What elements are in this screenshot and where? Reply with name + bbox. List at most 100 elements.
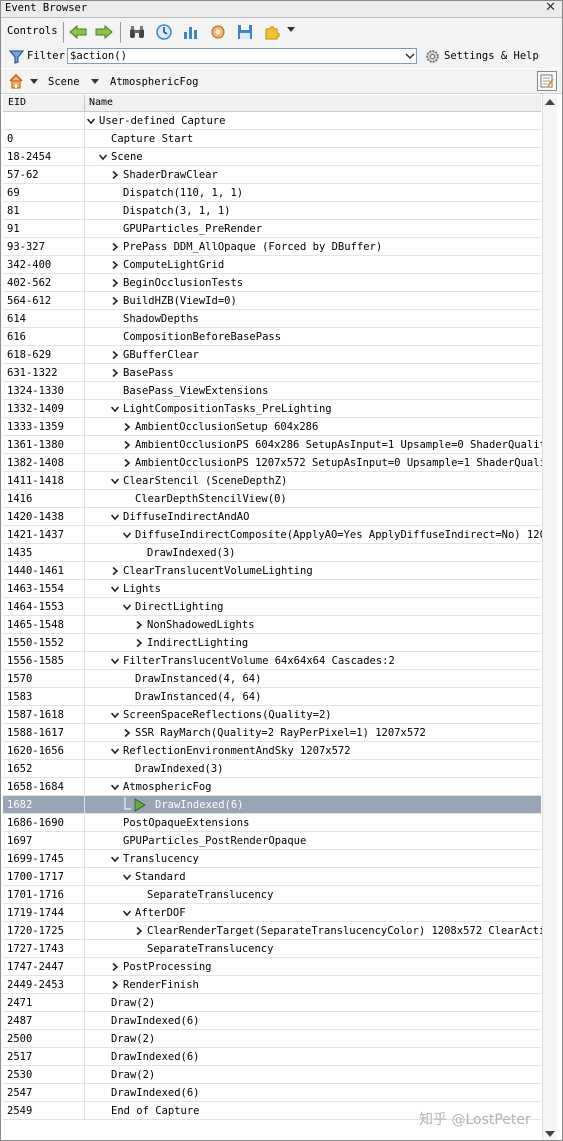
tree-row[interactable]: 1464-1553 DirectLighting	[3, 598, 541, 616]
expand-chevron-icon[interactable]	[123, 729, 131, 737]
collapse-chevron-icon[interactable]	[87, 117, 95, 125]
tree-row[interactable]: 1556-1585 FilterTranslucentVolume 64x64x6…	[3, 652, 541, 670]
tree-row[interactable]: 616 CompositionBeforeBasePass	[3, 328, 541, 346]
tree-row[interactable]: 1583 DrawInstanced(4, 64)	[3, 688, 541, 706]
tree-row[interactable]: 1699-1745 Translucency	[3, 850, 541, 868]
filter-input[interactable]: $action()	[67, 48, 417, 64]
tree-row[interactable]: 402-562 BeginOcclusionTests	[3, 274, 541, 292]
tree-row[interactable]: 1550-1552 IndirectLighting	[3, 634, 541, 652]
expand-chevron-icon[interactable]	[111, 171, 119, 179]
tree-row[interactable]: 91 GPUParticles_PreRender	[3, 220, 541, 238]
home-dropdown-icon[interactable]	[30, 79, 38, 84]
tree-row[interactable]: 1420-1438 DiffuseIndirectAndAO	[3, 508, 541, 526]
collapse-chevron-icon[interactable]	[111, 405, 119, 413]
collapse-chevron-icon[interactable]	[111, 585, 119, 593]
scroll-down-icon[interactable]	[545, 1131, 555, 1137]
notes-button[interactable]	[537, 71, 557, 91]
tree-row[interactable]: 1620-1656 ReflectionEnvironmentAndSky 120…	[3, 742, 541, 760]
collapse-chevron-icon[interactable]	[123, 531, 131, 539]
tree-row[interactable]: 564-612 BuildHZB(ViewId=0)	[3, 292, 541, 310]
tree-row[interactable]: 2471 Draw(2)	[3, 994, 541, 1012]
tree-row[interactable]: 1382-1408 AmbientOcclusionPS 1207x572 Set…	[3, 454, 552, 472]
tree-row[interactable]: 18-2454 Scene	[3, 148, 541, 166]
tree-row[interactable]: 1720-1725 ClearRenderTarget(SeparateTrans…	[3, 922, 558, 940]
collapse-chevron-icon[interactable]	[111, 513, 119, 521]
collapse-chevron-icon[interactable]	[123, 603, 131, 611]
collapse-chevron-icon[interactable]	[111, 657, 119, 665]
expand-chevron-icon[interactable]	[111, 981, 119, 989]
expand-chevron-icon[interactable]	[123, 441, 131, 449]
extensions-puzzle-icon[interactable]	[263, 23, 281, 41]
tree-row[interactable]: 1440-1461 ClearTranslucentVolumeLighting	[3, 562, 541, 580]
tree-row[interactable]: 93-327 PrePass DDM_AllOpaque (Forced by D…	[3, 238, 541, 256]
tree-row[interactable]: 1361-1380 AmbientOcclusionPS 604x286 Setu…	[3, 436, 552, 454]
tree-row[interactable]: 1658-1684 AtmosphericFog	[3, 778, 541, 796]
tree-row[interactable]: 1465-1548 NonShadowedLights	[3, 616, 541, 634]
tree-row[interactable]: 1747-2447 PostProcessing	[3, 958, 541, 976]
tree-row[interactable]: 342-400 ComputeLightGrid	[3, 256, 541, 274]
tree-row[interactable]: 1332-1409 LightCompositionTasks_PreLighti…	[3, 400, 541, 418]
tree-row[interactable]: User-defined Capture	[3, 112, 541, 130]
breadcrumb-item-scene[interactable]: Scene	[48, 76, 80, 88]
tree-row[interactable]: 2530 Draw(2)	[3, 1066, 541, 1084]
extensions-dropdown-icon[interactable]	[287, 27, 295, 32]
column-header-eid[interactable]: EID	[8, 97, 26, 108]
timeline-clock-icon[interactable]	[155, 23, 173, 41]
expand-chevron-icon[interactable]	[111, 297, 119, 305]
bar-graph-icon[interactable]	[182, 23, 200, 41]
expand-chevron-icon[interactable]	[111, 351, 119, 359]
tree-row[interactable]: 631-1322 BasePass	[3, 364, 541, 382]
expand-chevron-icon[interactable]	[111, 963, 119, 971]
tree-row[interactable]: 1411-1418 ClearStencil (SceneDepthZ)	[3, 472, 541, 490]
scroll-up-icon[interactable]	[545, 99, 555, 105]
tree-row[interactable]: 0 Capture Start	[3, 130, 541, 148]
forward-arrow-icon[interactable]	[95, 23, 113, 41]
tree-row[interactable]: 2500 Draw(2)	[3, 1030, 541, 1048]
tree-row[interactable]: 69 Dispatch(110, 1, 1)	[3, 184, 541, 202]
expand-chevron-icon[interactable]	[111, 369, 119, 377]
tree-row[interactable]: 2547 DrawIndexed(6)	[3, 1084, 541, 1102]
column-header-name[interactable]: Name	[89, 97, 113, 108]
tree-row[interactable]: 1686-1690 PostOpaqueExtensions	[3, 814, 541, 832]
breadcrumb-dropdown-icon[interactable]	[91, 79, 99, 84]
tree-row[interactable]: 1697 GPUParticles_PostRenderOpaque	[3, 832, 541, 850]
tree-row[interactable]: 1587-1618 ScreenSpaceReflections(Quality=…	[3, 706, 541, 724]
vertical-scrollbar[interactable]	[542, 95, 557, 1140]
collapse-chevron-icon[interactable]	[123, 873, 131, 881]
save-icon[interactable]	[236, 23, 254, 41]
collapse-chevron-icon[interactable]	[111, 747, 119, 755]
gear-icon[interactable]	[425, 49, 440, 64]
tree-row[interactable]: 1421-1437 DiffuseIndirectComposite(ApplyA…	[3, 526, 552, 544]
tree-row[interactable]: 1324-1330 BasePass_ViewExtensions	[3, 382, 541, 400]
filter-dropdown-icon[interactable]	[404, 49, 416, 63]
back-arrow-icon[interactable]	[69, 23, 87, 41]
tree-row[interactable]: 57-62 ShaderDrawClear	[3, 166, 541, 184]
tree-row-selected[interactable]: 1682 DrawIndexed(6)	[3, 796, 541, 814]
tree-row[interactable]: 1435 DrawIndexed(3)	[3, 544, 541, 562]
breadcrumb-item-atmosphericfog[interactable]: AtmosphericFog	[110, 76, 199, 88]
tree-row[interactable]: 2517 DrawIndexed(6)	[3, 1048, 541, 1066]
collapse-chevron-icon[interactable]	[111, 783, 119, 791]
tree-row[interactable]: 618-629 GBufferClear	[3, 346, 541, 364]
expand-chevron-icon[interactable]	[135, 621, 143, 629]
expand-chevron-icon[interactable]	[111, 279, 119, 287]
expand-chevron-icon[interactable]	[111, 243, 119, 251]
tree-row[interactable]: 1416 ClearDepthStencilView(0)	[3, 490, 541, 508]
column-divider[interactable]	[84, 95, 85, 111]
expand-chevron-icon[interactable]	[135, 639, 143, 647]
collapse-chevron-icon[interactable]	[111, 477, 119, 485]
tree-row[interactable]: 1588-1617 SSR RayMarch(Quality=2 RayPerPi…	[3, 724, 541, 742]
tree-row[interactable]: 1333-1359 AmbientOcclusionSetup 604x286	[3, 418, 541, 436]
tree-row[interactable]: 1701-1716 SeparateTranslucency	[3, 886, 541, 904]
close-icon[interactable]: ✕	[545, 1, 556, 15]
collapse-chevron-icon[interactable]	[123, 909, 131, 917]
tree-row[interactable]: 2487 DrawIndexed(6)	[3, 1012, 541, 1030]
home-icon[interactable]	[8, 73, 24, 89]
expand-chevron-icon[interactable]	[135, 927, 143, 935]
tree-row[interactable]: 1652 DrawIndexed(3)	[3, 760, 541, 778]
expand-chevron-icon[interactable]	[123, 423, 131, 431]
settings-gear-icon[interactable]	[209, 23, 227, 41]
collapse-chevron-icon[interactable]	[99, 153, 107, 161]
tree-row[interactable]: 1727-1743 SeparateTranslucency	[3, 940, 541, 958]
tree-row[interactable]: 614 ShadowDepths	[3, 310, 541, 328]
